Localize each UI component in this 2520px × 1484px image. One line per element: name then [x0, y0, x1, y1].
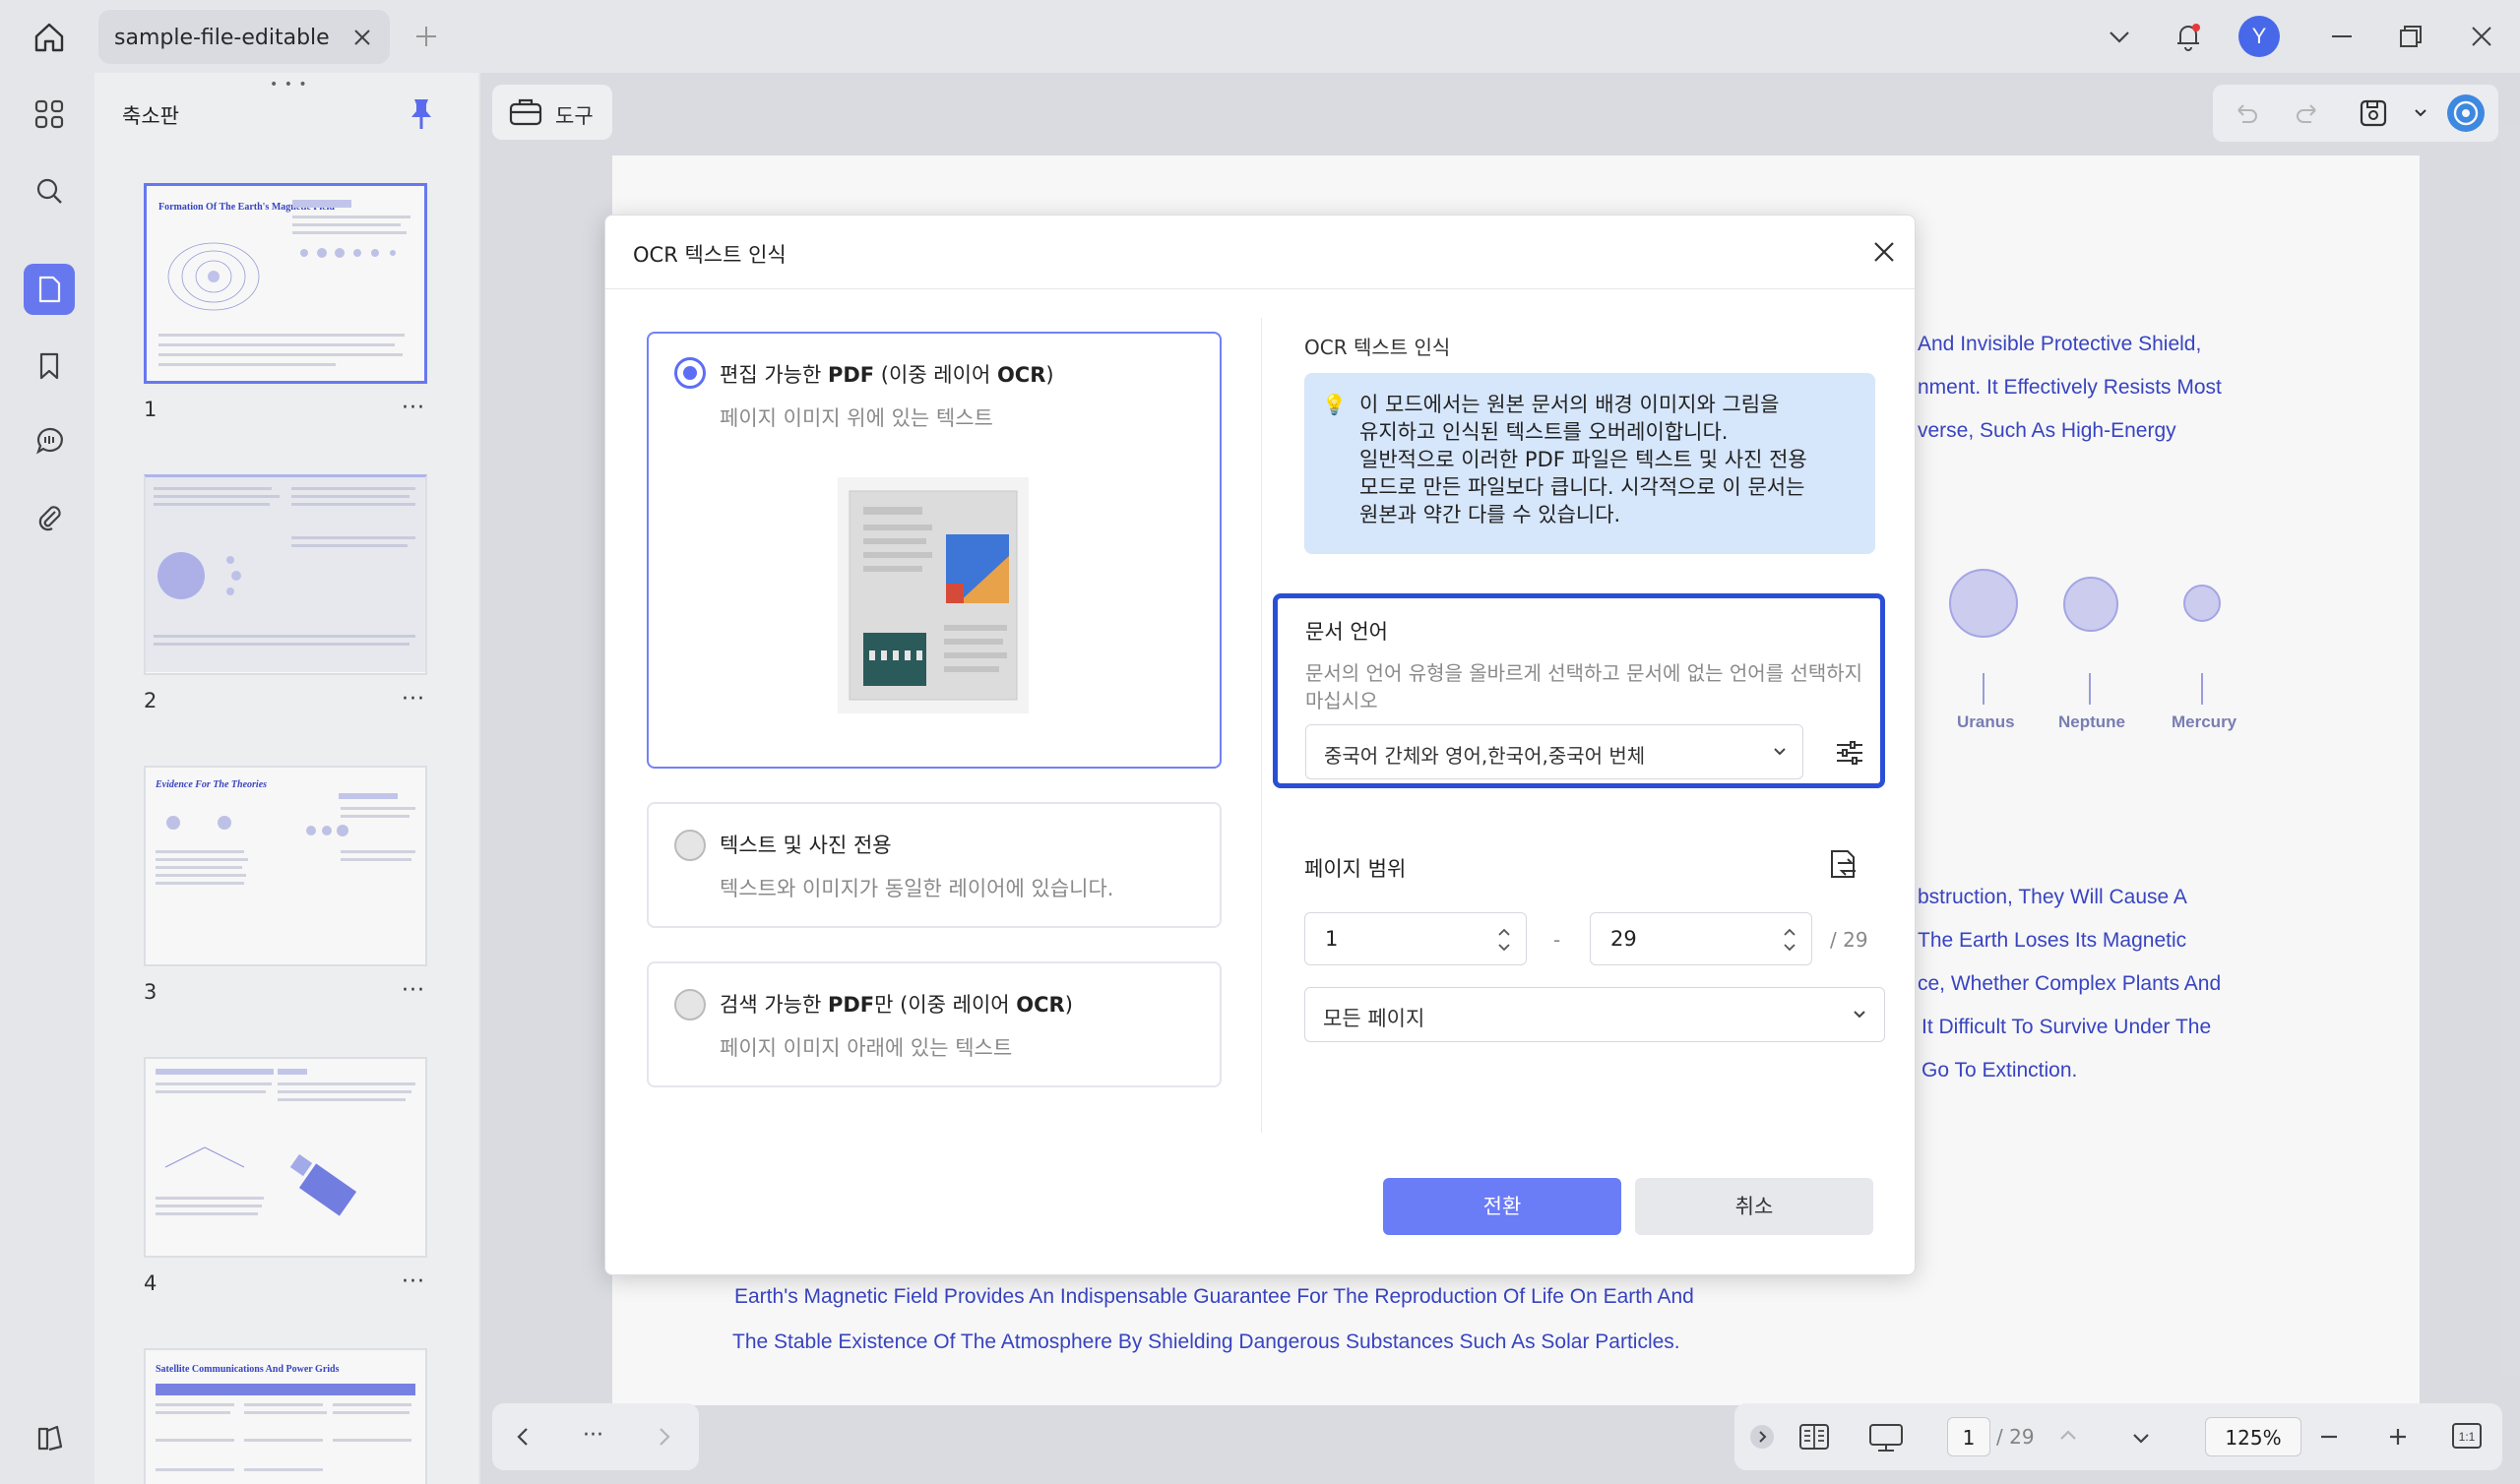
convert-button[interactable]: 전환 — [1383, 1178, 1621, 1235]
language-title: 문서 언어 — [1305, 620, 1388, 644]
mode-title: 텍스트 및 사진 전용 — [720, 834, 892, 857]
page-range-separator: - — [1553, 928, 1561, 952]
language-settings-icon[interactable] — [1833, 736, 1866, 770]
mode-radio[interactable] — [674, 830, 706, 861]
mode-info-box: 💡 이 모드에서는 원본 문서의 배경 이미지와 그림을 유지하고 인식된 텍스… — [1304, 373, 1875, 554]
stepper-icon — [1784, 928, 1796, 952]
mode-title: 검색 가능한 PDF만 (이중 레이어 OCR) — [720, 993, 1073, 1017]
page-range-swap-icon[interactable] — [1826, 847, 1861, 887]
cancel-button[interactable]: 취소 — [1635, 1178, 1873, 1235]
mode-radio[interactable] — [674, 357, 706, 389]
page-scope-value: 모든 페이지 — [1323, 1007, 1425, 1030]
page-scope-select[interactable]: 모든 페이지 — [1304, 987, 1885, 1042]
chevron-down-icon — [1774, 748, 1786, 756]
ocr-dialog: OCR 텍스트 인식 편집 가능한 PDF (이중 레이어 OCR) 페이지 이… — [604, 215, 1916, 1275]
chevron-down-icon — [1854, 1011, 1865, 1019]
stepper-icon — [1498, 928, 1510, 952]
mode-subtitle: 텍스트와 이미지가 동일한 레이어에 있습니다. — [720, 877, 1114, 900]
mode-option-text-and-images[interactable]: 텍스트 및 사진 전용 텍스트와 이미지가 동일한 레이어에 있습니다. — [647, 802, 1222, 928]
dialog-title: OCR 텍스트 인식 — [633, 243, 787, 267]
mode-preview-illustration — [838, 477, 1029, 713]
language-selected-value: 중국어 간체와 영어,한국어,중국어 번체 — [1324, 744, 1646, 768]
page-range-to-input[interactable]: 29 — [1590, 912, 1812, 965]
mode-subtitle: 페이지 이미지 아래에 있는 텍스트 — [720, 1036, 1013, 1060]
dialog-column-divider — [1261, 318, 1262, 1133]
dialog-close-icon[interactable] — [1869, 237, 1899, 267]
page-range-to-value: 29 — [1610, 927, 1637, 951]
page-range-title: 페이지 범위 — [1304, 857, 1407, 881]
document-language-section: 문서 언어 문서의 언어 유형을 올바르게 선택하고 문서에 없는 언어를 선택… — [1273, 593, 1885, 788]
mode-info-text: 이 모드에서는 원본 문서의 배경 이미지와 그림을 유지하고 인식된 텍스트를… — [1359, 393, 1807, 526]
lightbulb-icon: 💡 — [1322, 393, 1347, 416]
mode-title: 편집 가능한 PDF (이중 레이어 OCR) — [720, 363, 1054, 387]
ocr-section-title: OCR 텍스트 인식 — [1304, 336, 1451, 359]
language-description: 문서의 언어 유형을 올바르게 선택하고 문서에 없는 언어를 선택하지 마십시… — [1305, 661, 1863, 712]
mode-option-editable-pdf[interactable]: 편집 가능한 PDF (이중 레이어 OCR) 페이지 이미지 위에 있는 텍스… — [647, 332, 1222, 769]
page-range-from-input[interactable]: 1 — [1304, 912, 1527, 965]
mode-option-searchable-pdf[interactable]: 검색 가능한 PDF만 (이중 레이어 OCR) 페이지 이미지 아래에 있는 … — [647, 961, 1222, 1087]
mode-subtitle: 페이지 이미지 위에 있는 텍스트 — [720, 406, 993, 430]
page-range-total: / 29 — [1830, 928, 1868, 952]
dialog-header-divider — [605, 288, 1915, 289]
mode-radio[interactable] — [674, 989, 706, 1020]
language-select[interactable]: 중국어 간체와 영어,한국어,중국어 번체 — [1305, 724, 1803, 779]
page-range-from-value: 1 — [1325, 927, 1339, 951]
